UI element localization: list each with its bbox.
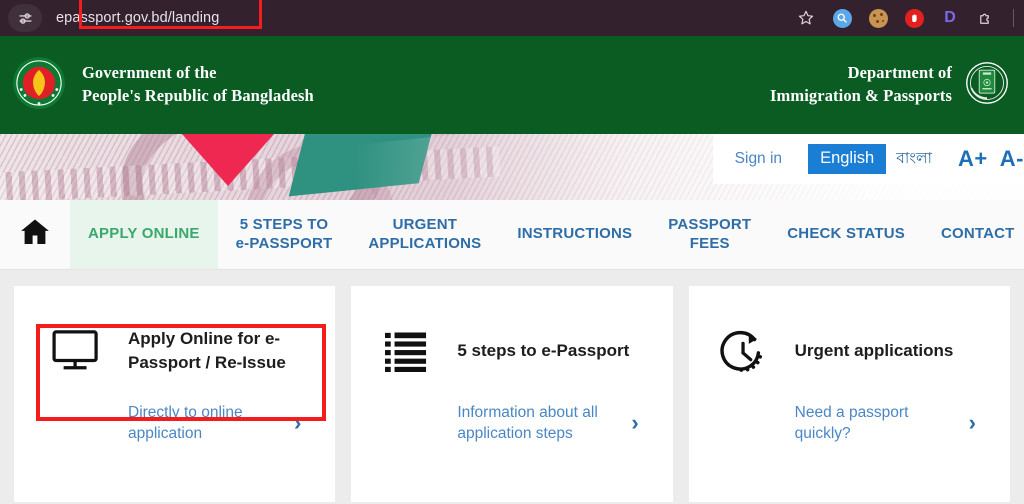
card-link-text: Information about all application steps [457, 404, 598, 443]
chevron-right-icon: › [294, 410, 302, 436]
chevron-right-icon: › [968, 410, 976, 436]
nav-item-apply-online[interactable]: APPLY ONLINE [70, 200, 218, 269]
nav-item-instructions[interactable]: INSTRUCTIONS [499, 200, 650, 269]
nav-home-button[interactable] [0, 200, 70, 269]
nav-item-contact[interactable]: CONTACT [923, 200, 1024, 269]
monitor-icon [48, 330, 106, 372]
url-text: epassport.gov.bd/landing [56, 10, 220, 26]
gov-title: Government of the People's Republic of B… [82, 62, 314, 108]
card-link-text: Need a passport quickly? [794, 404, 909, 443]
list-icon [377, 330, 435, 372]
chevron-right-icon: › [631, 410, 639, 436]
browser-toolbar: epassport.gov.bd/landing D [0, 0, 1024, 36]
card-header: Urgent applications [715, 314, 984, 388]
card-link-row[interactable]: Need a passport quickly? › [715, 402, 984, 445]
language-english-button[interactable]: English [808, 144, 887, 174]
font-size-controls: A+ A- [942, 146, 1024, 172]
hero-red-triangle [182, 134, 274, 186]
nav-item-5-steps[interactable]: 5 STEPS TO e-PASSPORT [218, 200, 351, 269]
department-title: Department of Immigration & Passports [770, 62, 952, 108]
card-apply-online[interactable]: Apply Online for e-Passport / Re-Issue D… [14, 286, 336, 502]
address-bar[interactable]: epassport.gov.bd/landing [48, 0, 795, 32]
government-header: Government of the People's Republic of B… [0, 36, 1024, 134]
nav-item-check-status[interactable]: CHECK STATUS [769, 200, 923, 269]
site-settings-icon[interactable] [8, 4, 42, 32]
card-5-steps[interactable]: 5 steps to e-Passport Information about … [351, 286, 673, 502]
bangladesh-national-emblem [12, 56, 66, 115]
browser-toolbar-icons: D [795, 7, 1016, 29]
search-extension-icon[interactable] [831, 7, 853, 29]
gov-title-line1: Government of the [82, 63, 217, 83]
cookie-extension-icon[interactable] [867, 7, 889, 29]
hero-banner: Sign in English বাংলা A+ A- [0, 134, 1024, 200]
font-decrease-button[interactable]: A- [1000, 146, 1024, 171]
card-header: 5 steps to e-Passport [377, 314, 646, 388]
dept-title-line1: Department of [847, 63, 952, 83]
main-navigation: APPLY ONLINE 5 STEPS TO e-PASSPORT URGEN… [0, 200, 1024, 270]
toolbar-divider [1013, 9, 1014, 27]
utility-bar: Sign in English বাংলা A+ A- [712, 134, 1024, 184]
card-link-text: Directly to online application [128, 404, 243, 443]
card-link-row[interactable]: Directly to online application › [40, 402, 309, 445]
quick-links-cards: Apply Online for e-Passport / Re-Issue D… [0, 270, 1024, 502]
card-title: Urgent applications [794, 340, 954, 360]
bookmark-star-icon[interactable] [795, 7, 817, 29]
clock-urgent-icon [715, 328, 773, 374]
card-link-row[interactable]: Information about all application steps … [377, 402, 646, 445]
card-title: Apply Online for e-Passport / Re-Issue [128, 328, 286, 372]
font-increase-button[interactable]: A+ [958, 146, 1000, 171]
gov-branding: Government of the People's Republic of B… [12, 56, 314, 115]
extensions-puzzle-icon[interactable] [975, 7, 997, 29]
department-branding: Department of Immigration & Passports [770, 57, 1010, 114]
nav-item-urgent-applications[interactable]: URGENT APPLICATIONS [350, 200, 499, 269]
gov-title-line2: People's Republic of Bangladesh [82, 86, 314, 105]
sign-in-link[interactable]: Sign in [735, 150, 808, 168]
card-title: 5 steps to e-Passport [457, 340, 630, 360]
home-icon [18, 216, 52, 253]
adblock-extension-icon[interactable] [903, 7, 925, 29]
dashlane-extension-icon[interactable]: D [939, 7, 961, 29]
dept-title-line2: Immigration & Passports [770, 86, 952, 105]
nav-item-passport-fees[interactable]: PASSPORT FEES [650, 200, 769, 269]
immigration-passports-seal [964, 57, 1010, 114]
card-header: Apply Online for e-Passport / Re-Issue [40, 314, 309, 388]
card-urgent-applications[interactable]: Urgent applications Need a passport quic… [688, 286, 1010, 502]
language-bangla-button[interactable]: বাংলা [886, 146, 942, 172]
